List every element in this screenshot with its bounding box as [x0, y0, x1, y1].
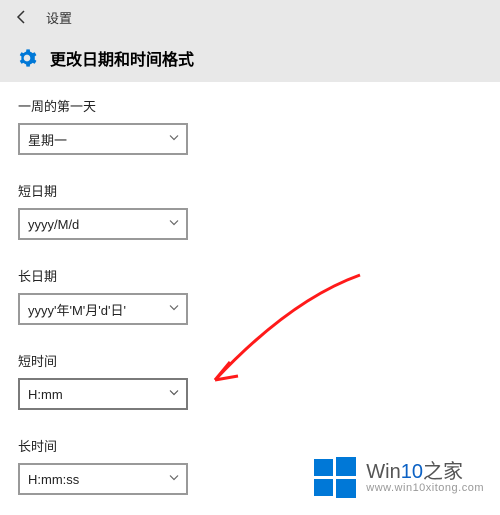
- group-short-date: 短日期 yyyy/M/d: [18, 181, 482, 240]
- label-long-date: 长日期: [18, 266, 482, 285]
- chevron-down-icon: [168, 302, 180, 317]
- back-arrow-icon: [14, 9, 30, 25]
- group-first-day: 一周的第一天 星期一: [18, 96, 482, 155]
- content-area: 一周的第一天 星期一 短日期 yyyy/M/d 长日期 yyyy'年'M'月'd…: [0, 82, 500, 515]
- combo-long-time[interactable]: H:mm:ss: [18, 463, 188, 495]
- combo-value: yyyy'年'M'月'd'日': [28, 300, 126, 319]
- watermark-url: www.win10xitong.com: [366, 482, 484, 494]
- windows-logo-icon: [312, 455, 358, 501]
- page-title: 更改日期和时间格式: [50, 46, 194, 70]
- label-first-day: 一周的第一天: [18, 96, 482, 115]
- brand-prefix: Win: [366, 461, 400, 483]
- watermark: Win10之家 www.win10xitong.com: [312, 455, 484, 501]
- back-button[interactable]: [8, 3, 36, 31]
- brand-number: 10: [401, 461, 423, 483]
- chevron-down-icon: [168, 217, 180, 232]
- label-short-time: 短时间: [18, 351, 482, 370]
- combo-value: H:mm: [28, 387, 63, 402]
- header-bar: 设置: [0, 0, 500, 34]
- chevron-down-icon: [168, 387, 180, 402]
- gear-icon: [16, 47, 38, 69]
- brand-suffix: 之家: [423, 461, 463, 483]
- combo-short-time[interactable]: H:mm: [18, 378, 188, 410]
- combo-value: 星期一: [28, 130, 67, 149]
- header-title: 设置: [46, 8, 72, 27]
- combo-value: H:mm:ss: [28, 472, 79, 487]
- group-long-date: 长日期 yyyy'年'M'月'd'日': [18, 266, 482, 325]
- chevron-down-icon: [168, 132, 180, 147]
- combo-long-date[interactable]: yyyy'年'M'月'd'日': [18, 293, 188, 325]
- watermark-brand: Win10之家: [366, 462, 484, 482]
- watermark-text: Win10之家 www.win10xitong.com: [366, 462, 484, 494]
- combo-first-day[interactable]: 星期一: [18, 123, 188, 155]
- label-short-date: 短日期: [18, 181, 482, 200]
- combo-value: yyyy/M/d: [28, 217, 79, 232]
- group-short-time: 短时间 H:mm: [18, 351, 482, 410]
- combo-short-date[interactable]: yyyy/M/d: [18, 208, 188, 240]
- label-long-time: 长时间: [18, 436, 482, 455]
- title-bar: 更改日期和时间格式: [0, 34, 500, 82]
- chevron-down-icon: [168, 472, 180, 487]
